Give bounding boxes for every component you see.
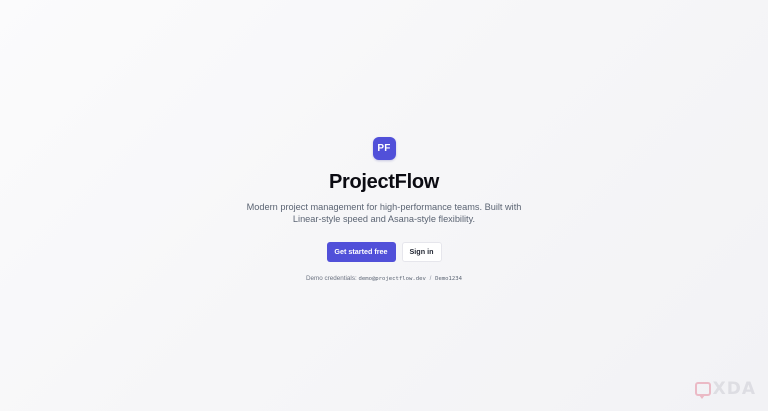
get-started-button[interactable]: Get started free: [326, 242, 396, 262]
hero-tagline: Modern project management for high-perfo…: [246, 202, 522, 224]
watermark: XDA: [694, 379, 756, 399]
demo-email: demo@projectflow.dev: [358, 276, 426, 282]
cta-row: Get started free Sign in: [0, 242, 768, 262]
demo-separator: /: [429, 275, 432, 282]
hero-section: PF ProjectFlow Modern project management…: [0, 137, 768, 282]
watermark-text: XDA: [712, 379, 756, 399]
sign-in-button[interactable]: Sign in: [401, 242, 442, 262]
demo-credentials: Demo credentials: demo@projectflow.dev /…: [0, 275, 768, 282]
watermark-badge-icon: [694, 382, 711, 399]
demo-password: Demo1234: [435, 276, 463, 282]
demo-credentials-label: Demo credentials:: [305, 275, 357, 282]
page-title: ProjectFlow: [328, 171, 440, 193]
brand-logo: PF: [372, 137, 396, 160]
